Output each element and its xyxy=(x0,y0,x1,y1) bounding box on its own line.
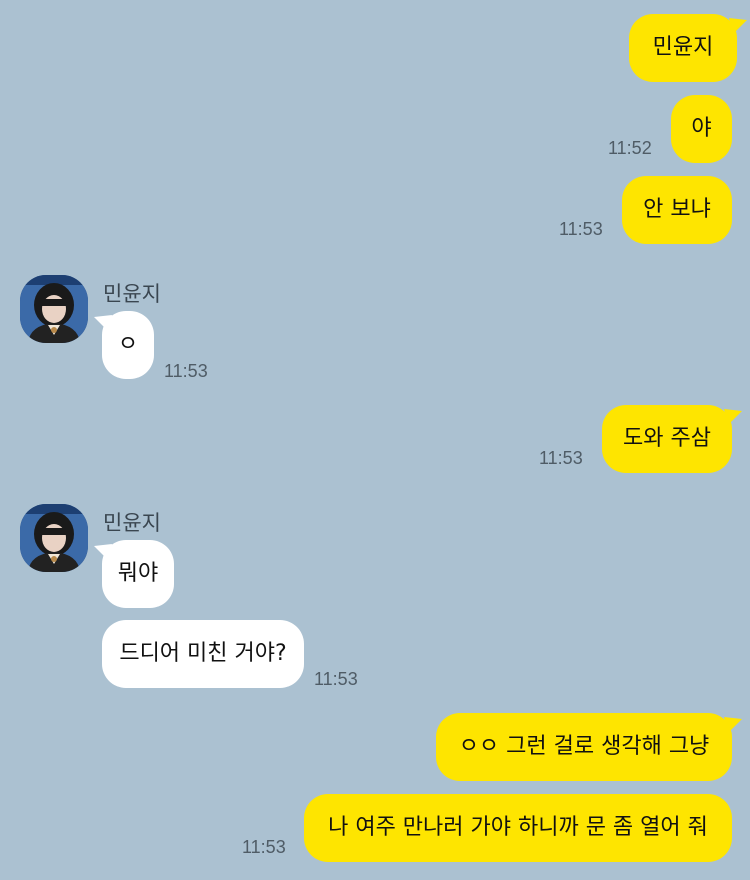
message-text: 뭐야 xyxy=(117,561,159,586)
message-text: 드디어 미친 거야? xyxy=(119,641,287,666)
message-bubble-mine[interactable]: ㅇㅇ 그런 걸로 생각해 그냥 xyxy=(436,713,732,781)
message-text: ㅇ xyxy=(117,332,139,357)
bubble-tail xyxy=(94,315,112,331)
message-bubble-mine[interactable]: 나 여주 만나러 가야 하니까 문 좀 열어 줘 xyxy=(304,794,732,862)
message-text: ㅇㅇ 그런 걸로 생각해 그냥 xyxy=(458,734,710,759)
message-text: 도와 주삼 xyxy=(623,426,711,451)
message-text: 민윤지 xyxy=(652,35,714,60)
message-bubble-mine[interactable]: 야 xyxy=(671,95,732,163)
message-timestamp: 11:53 xyxy=(539,448,583,468)
bubble-tail xyxy=(724,409,742,425)
message-timestamp: 11:53 xyxy=(164,361,208,381)
message-timestamp: 11:53 xyxy=(559,219,603,239)
avatar[interactable] xyxy=(20,275,88,343)
sender-name: 민윤지 xyxy=(103,511,161,535)
message-timestamp: 11:53 xyxy=(314,669,358,689)
message-timestamp: 11:53 xyxy=(242,837,286,857)
message-text: 야 xyxy=(691,116,712,141)
message-timestamp: 11:52 xyxy=(608,138,652,158)
message-text: 나 여주 만나러 가야 하니까 문 좀 열어 줘 xyxy=(328,815,708,840)
message-bubble-theirs[interactable]: 드디어 미친 거야? xyxy=(102,620,304,688)
bubble-tail xyxy=(94,544,112,560)
message-bubble-theirs[interactable]: 뭐야 xyxy=(102,540,174,608)
bubble-tail xyxy=(724,717,742,733)
message-bubble-mine[interactable]: 안 보냐 xyxy=(622,176,732,244)
message-text: 안 보냐 xyxy=(643,197,711,222)
avatar[interactable] xyxy=(20,504,88,572)
sender-name: 민윤지 xyxy=(103,282,161,306)
bubble-tail xyxy=(729,18,747,34)
message-bubble-mine[interactable]: 민윤지 xyxy=(629,14,737,82)
message-bubble-mine[interactable]: 도와 주삼 xyxy=(602,405,732,473)
